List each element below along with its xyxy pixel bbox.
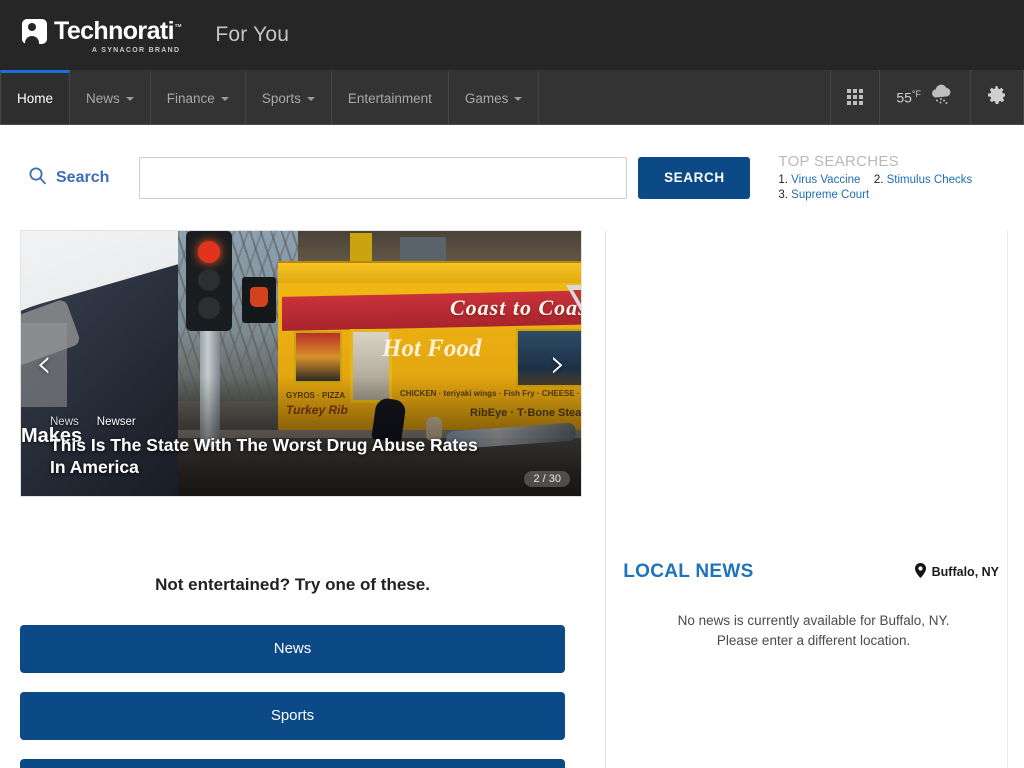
masthead: Technorati™ A SYNACOR BRAND For You bbox=[0, 0, 1024, 70]
nav-item-sports[interactable]: Sports bbox=[246, 70, 332, 124]
trademark-symbol: ™ bbox=[173, 22, 182, 32]
nav-item-home[interactable]: Home bbox=[0, 70, 71, 124]
nav-item-games-label: Games bbox=[464, 91, 509, 106]
category-button-news[interactable]: News bbox=[20, 625, 565, 673]
chevron-right-icon: › bbox=[550, 340, 566, 387]
weather-content: 55°F bbox=[896, 84, 954, 111]
logo-wordmark-text: Technorati bbox=[54, 16, 175, 45]
weather-widget[interactable]: 55°F bbox=[879, 70, 970, 124]
page-content: Makes Coast to Coast Hot Food GYROS · PI… bbox=[0, 230, 1024, 768]
map-pin-icon bbox=[914, 563, 926, 581]
logo-tagline: A SYNACOR BRAND bbox=[91, 46, 181, 54]
local-news-location-button[interactable]: Buffalo, NY bbox=[914, 563, 999, 581]
top-searches-title: TOP SEARCHES bbox=[778, 152, 899, 170]
featured-carousel[interactable]: Makes Coast to Coast Hot Food GYROS · PI… bbox=[20, 230, 582, 497]
category-button-sports[interactable]: Sports bbox=[20, 692, 565, 740]
search-bar: Search SEARCH TOP SEARCHES 1. Virus Vacc… bbox=[0, 125, 1024, 230]
nav-item-news[interactable]: News bbox=[70, 70, 151, 124]
traffic-light-icon bbox=[186, 231, 232, 331]
chevron-down-icon bbox=[220, 96, 229, 101]
logo-wordmark: Technorati™ bbox=[54, 16, 182, 46]
top-searches: TOP SEARCHES 1. Virus Vaccine 2. Stimulu… bbox=[778, 153, 972, 203]
top-search-num-2: 2. bbox=[873, 173, 884, 186]
local-news-header: LOCAL NEWS Buffalo, NY bbox=[623, 561, 1024, 583]
column-divider bbox=[605, 230, 606, 768]
search-submit-button[interactable]: SEARCH bbox=[638, 156, 751, 199]
top-search-link-stimulus-checks[interactable]: Stimulus Checks bbox=[887, 174, 973, 186]
settings-button[interactable] bbox=[970, 70, 1024, 124]
site-logo[interactable]: Technorati™ A SYNACOR BRAND bbox=[22, 16, 182, 54]
slide-photo-rooftop-unit bbox=[400, 237, 446, 263]
pedestrian-hand-icon bbox=[250, 287, 268, 307]
weather-temperature: 55°F bbox=[896, 89, 921, 106]
carousel-prev-button[interactable]: ‹ bbox=[21, 231, 67, 496]
traffic-light-red-lamp bbox=[198, 241, 220, 263]
weather-temp-value: 55 bbox=[896, 89, 912, 106]
chevron-left-icon: ‹ bbox=[36, 340, 52, 387]
chevron-down-icon bbox=[125, 96, 134, 101]
slide-source[interactable]: Newser bbox=[97, 416, 136, 428]
left-column: Makes Coast to Coast Hot Food GYROS · PI… bbox=[20, 230, 603, 768]
gear-icon bbox=[987, 85, 1007, 110]
local-news-empty-message: No news is currently available for Buffa… bbox=[623, 611, 1024, 651]
search-input[interactable] bbox=[139, 156, 628, 199]
traffic-light-amber-lamp bbox=[198, 269, 220, 291]
local-news-title: LOCAL NEWS bbox=[623, 561, 754, 582]
logo-row: Technorati™ bbox=[22, 16, 182, 46]
pedestrian-signal-icon bbox=[242, 277, 276, 323]
nav-item-finance-label: Finance bbox=[166, 91, 215, 106]
right-column: LOCAL NEWS Buffalo, NY No news is curren… bbox=[623, 230, 1024, 768]
top-search-link-supreme-court[interactable]: Supreme Court bbox=[791, 189, 869, 201]
nav-item-entertainment[interactable]: Entertainment bbox=[332, 70, 449, 124]
try-these-block: Not entertained? Try one of these. News … bbox=[20, 575, 565, 768]
nav-item-sports-label: Sports bbox=[261, 91, 301, 106]
search-label-text: Search bbox=[56, 168, 110, 186]
nav-item-entertainment-label: Entertainment bbox=[347, 91, 432, 106]
category-button-third[interactable] bbox=[20, 759, 565, 768]
nav-tools: 55°F bbox=[830, 70, 1024, 124]
slide-headline[interactable]: This Is The State With The Worst Drug Ab… bbox=[50, 434, 480, 478]
chevron-down-icon bbox=[306, 96, 315, 101]
chevron-down-icon bbox=[514, 96, 523, 101]
apps-launcher-button[interactable] bbox=[830, 70, 879, 124]
search-label-group[interactable]: Search bbox=[28, 166, 109, 190]
top-search-num-1: 1. bbox=[778, 173, 788, 186]
rain-cloud-icon bbox=[928, 84, 954, 111]
nav-item-games[interactable]: Games bbox=[449, 70, 540, 124]
advertisement-slot bbox=[623, 230, 1024, 530]
search-icon bbox=[28, 166, 47, 190]
section-label: For You bbox=[215, 23, 290, 46]
nav-item-news-label: News bbox=[86, 91, 120, 106]
top-search-link-virus-vaccine[interactable]: Virus Vaccine bbox=[791, 174, 860, 186]
try-these-title: Not entertained? Try one of these. bbox=[155, 575, 430, 594]
nav-item-home-label: Home bbox=[17, 91, 54, 106]
main-navigation: Home News Finance Sports Entertainment G… bbox=[0, 70, 1024, 125]
nav-item-finance[interactable]: Finance bbox=[151, 70, 246, 124]
traffic-light-green-lamp bbox=[198, 297, 220, 319]
slide-photo-hotfood-text: Hot Food bbox=[382, 335, 482, 362]
top-searches-list: 1. Virus Vaccine 2. Stimulus Checks 3. S… bbox=[778, 173, 972, 203]
nav-items: Home News Finance Sports Entertainment G… bbox=[0, 70, 540, 124]
weather-temp-unit: °F bbox=[911, 88, 921, 99]
carousel-next-button[interactable]: › bbox=[535, 231, 581, 496]
local-news-location-label: Buffalo, NY bbox=[931, 565, 999, 579]
grid-apps-icon bbox=[847, 89, 864, 105]
top-search-num-3: 3. bbox=[778, 188, 788, 201]
local-news-empty-line-1: No news is currently available for Buffa… bbox=[677, 613, 950, 628]
technorati-mark-icon bbox=[22, 18, 47, 44]
local-news-empty-line-2: Please enter a different location. bbox=[716, 633, 911, 648]
